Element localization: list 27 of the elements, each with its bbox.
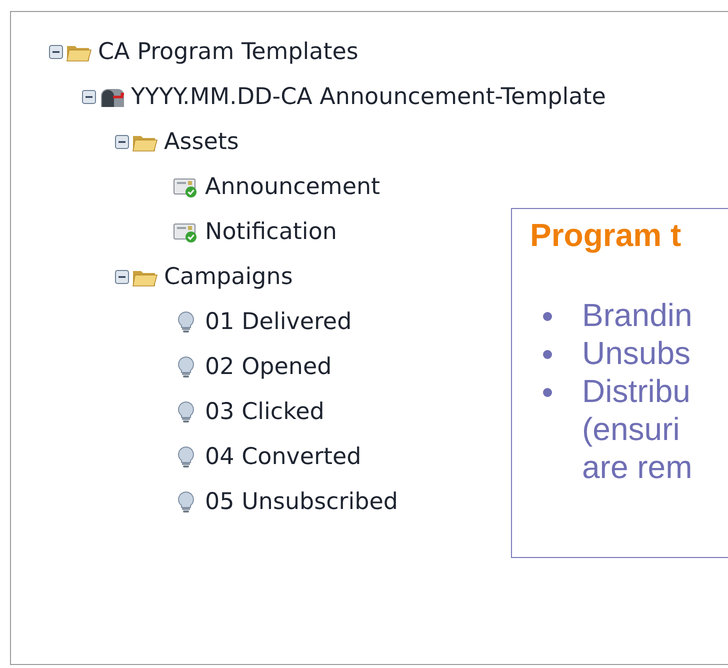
callout-title: Program t (530, 217, 682, 254)
tree-item-label[interactable]: 01 Delivered (205, 309, 352, 335)
tree-item-label[interactable]: CA Program Templates (98, 39, 358, 65)
collapse-icon[interactable] (49, 45, 63, 59)
tree-item-label[interactable]: 02 Opened (205, 354, 332, 380)
email-approved-icon (173, 176, 199, 198)
bullet-dot (543, 350, 552, 359)
tree-item-label[interactable]: Assets (164, 129, 239, 155)
tree-item-label[interactable]: 05 Unsubscribed (205, 489, 398, 515)
tree-item-label[interactable]: Announcement (205, 174, 380, 200)
bullet-text: Unsubs (582, 334, 690, 372)
tree-item-label[interactable]: Notification (205, 219, 337, 245)
tree-item-label[interactable]: 04 Converted (205, 444, 362, 470)
mailbox-icon (99, 86, 125, 108)
collapse-icon[interactable] (115, 270, 129, 284)
bullet-text: are rem (582, 448, 692, 486)
collapse-icon[interactable] (115, 135, 129, 149)
tree-item-label[interactable]: Campaigns (164, 264, 293, 290)
email-approved-icon (173, 221, 199, 243)
bullet-text: Distribu (582, 372, 692, 410)
tree-item-label[interactable]: YYYY.MM.DD-CA Announcement-Template (131, 84, 606, 110)
tree-item-label[interactable]: 03 Clicked (205, 399, 324, 425)
collapse-icon[interactable] (82, 90, 96, 104)
bullet-dot (543, 388, 552, 397)
bullet-dot (543, 312, 552, 321)
bullet-text: Brandin (582, 296, 692, 334)
bullet-text: (ensuri (582, 410, 681, 448)
